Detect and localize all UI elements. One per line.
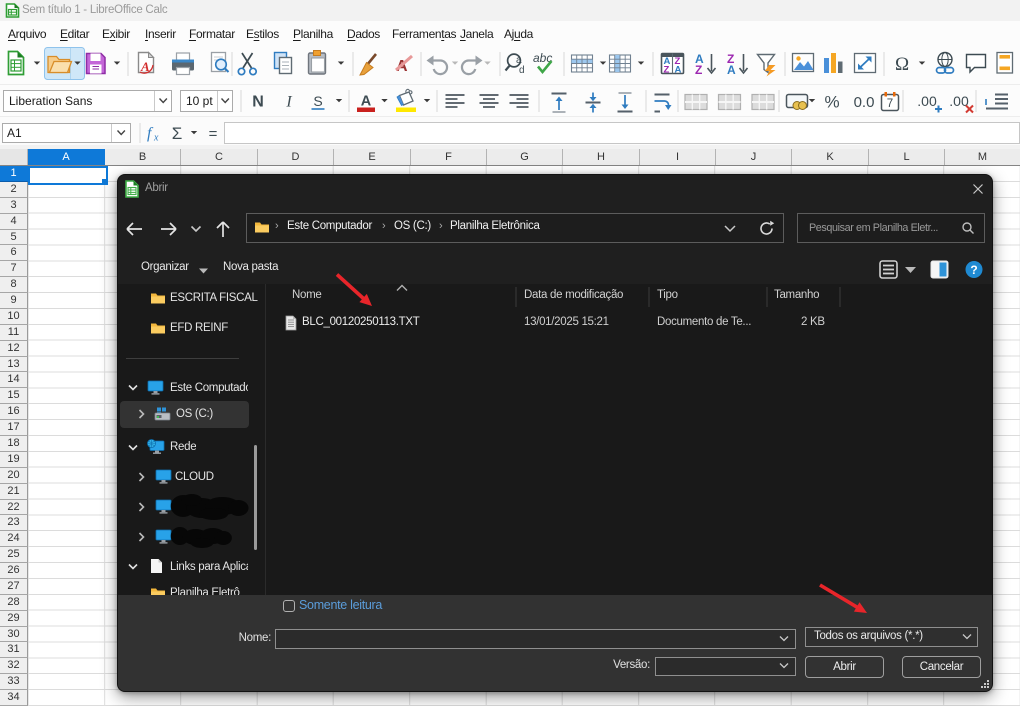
svg-text:A: A — [727, 63, 736, 77]
svg-text:=: = — [209, 126, 218, 143]
svg-text:f: f — [147, 125, 154, 142]
svg-text:?: ? — [970, 263, 977, 277]
svg-text:0.0: 0.0 — [854, 94, 875, 111]
svg-text:7: 7 — [887, 98, 893, 110]
svg-text:N: N — [252, 94, 264, 111]
svg-text:A: A — [675, 65, 682, 76]
svg-text:A: A — [361, 94, 372, 110]
svg-text:Liberation Sans: Liberation Sans — [9, 94, 92, 108]
svg-text:d: d — [519, 65, 525, 76]
svg-text:Σ: Σ — [172, 124, 183, 143]
svg-text:I: I — [285, 94, 292, 111]
svg-text:Z: Z — [664, 65, 670, 76]
svg-text:10 pt: 10 pt — [186, 94, 213, 108]
svg-text:Ω: Ω — [895, 54, 909, 75]
svg-text:.00: .00 — [917, 93, 937, 109]
svg-text:A1: A1 — [7, 126, 22, 140]
svg-text:Z: Z — [695, 63, 702, 77]
svg-text:S: S — [313, 93, 322, 109]
svg-text:x: x — [153, 133, 159, 144]
svg-text:%: % — [824, 93, 839, 112]
